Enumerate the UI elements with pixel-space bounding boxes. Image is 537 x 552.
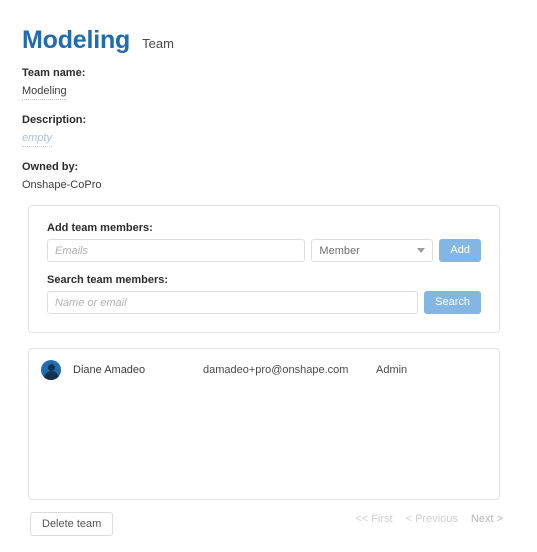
- member-email: damadeo+pro@onshape.com: [203, 364, 349, 376]
- table-row[interactable]: Diane Amadeo damadeo+pro@onshape.com Adm…: [29, 349, 499, 383]
- page-header: Modeling Team: [22, 26, 174, 55]
- search-member-row: Search: [47, 291, 481, 314]
- pagination-first[interactable]: << First: [355, 513, 392, 525]
- description-value[interactable]: empty: [22, 130, 52, 147]
- members-list-panel: Diane Amadeo damadeo+pro@onshape.com Adm…: [28, 348, 500, 500]
- team-details: Team name: Modeling Description: empty O…: [22, 66, 322, 193]
- description-label: Description:: [22, 114, 87, 126]
- emails-input[interactable]: [47, 239, 306, 262]
- role-select-value: Member: [319, 244, 360, 257]
- search-team-members-label: Search team members:: [47, 274, 169, 286]
- add-team-members-label: Add team members:: [47, 222, 153, 234]
- team-name-value[interactable]: Modeling: [22, 83, 67, 100]
- chevron-down-icon: [417, 248, 426, 253]
- role-select[interactable]: Member: [311, 239, 434, 262]
- pagination-previous[interactable]: < Previous: [406, 513, 458, 525]
- member-name: Diane Amadeo: [73, 364, 146, 376]
- team-members-form-panel: Add team members: Member Add Search team…: [28, 205, 500, 333]
- search-button[interactable]: Search: [424, 291, 481, 314]
- team-name-label: Team name:: [22, 67, 86, 79]
- add-button[interactable]: Add: [439, 239, 481, 262]
- delete-team-button[interactable]: Delete team: [30, 512, 114, 536]
- pagination-next[interactable]: Next >: [471, 513, 503, 525]
- add-member-row: Member Add: [47, 239, 481, 262]
- pagination: << First < Previous Next >: [355, 513, 503, 525]
- owned-by-label: Owned by:: [22, 161, 79, 173]
- user-avatar-icon: [41, 360, 61, 380]
- member-role: Admin: [376, 364, 408, 376]
- owned-by-value: Onshape-CoPro: [22, 179, 102, 191]
- search-input[interactable]: [47, 291, 419, 314]
- page-title: Modeling: [22, 26, 131, 54]
- page-subtitle: Team: [142, 36, 174, 51]
